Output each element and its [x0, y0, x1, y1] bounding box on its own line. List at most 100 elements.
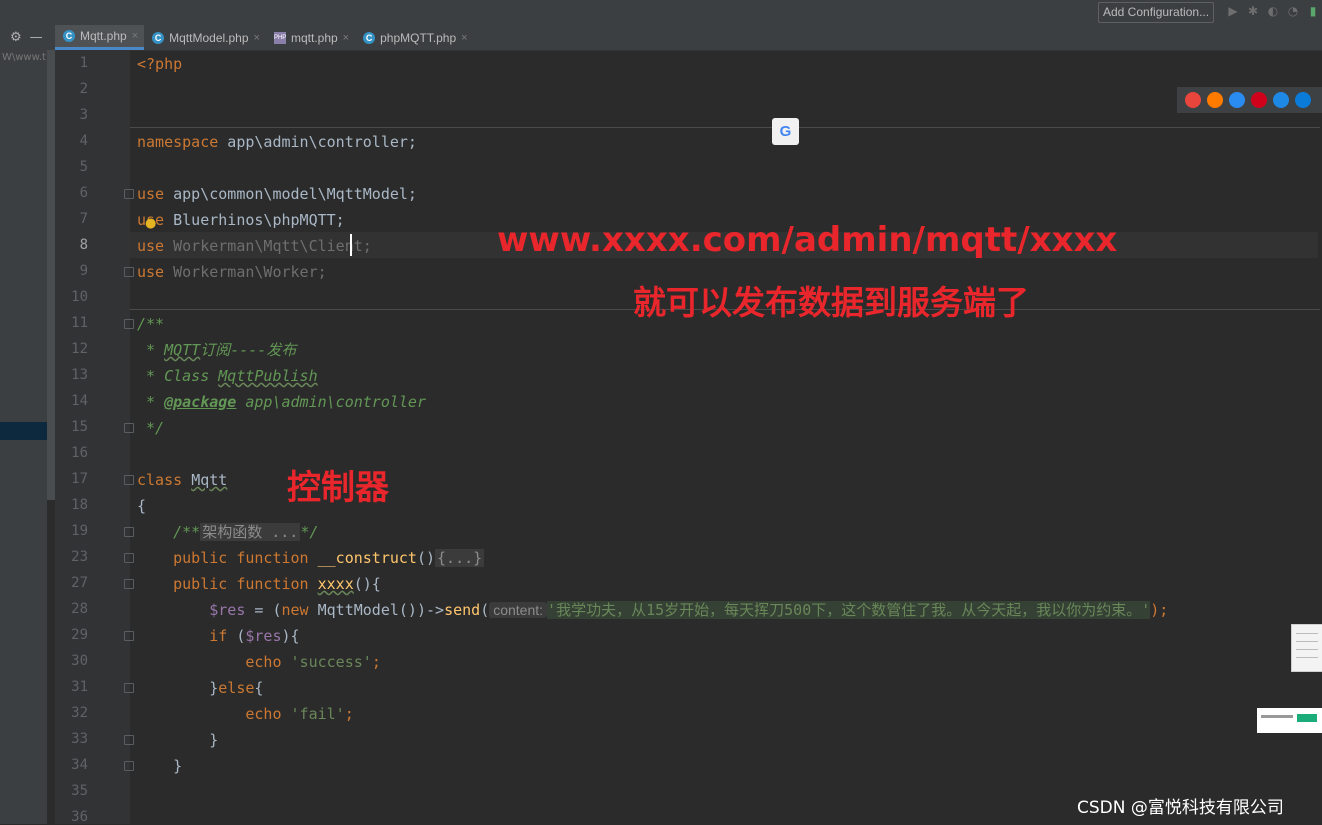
line-number: 36 [71, 809, 88, 825]
code-line-9: use Workerman\Worker; [137, 259, 327, 285]
code-line-14: * @package app\admin\controller [137, 389, 426, 415]
publish-annotation: 就可以发布数据到服务端了 [633, 283, 1029, 322]
doc-text: app\admin\controller [236, 393, 426, 411]
import-path: Bluerhinos\phpMQTT; [164, 211, 345, 229]
class-file-icon: C [63, 30, 75, 42]
line-number: 27 [71, 575, 88, 591]
code-line-18: { [137, 497, 147, 515]
paren: ){ [281, 627, 300, 645]
brace: { [254, 679, 264, 697]
code-line-6: use app\common\model\MqttModel; [137, 181, 417, 207]
code-editor[interactable]: <?php namespace app\admin\controller; us… [130, 50, 1322, 824]
line-number: 16 [71, 445, 88, 461]
class-file-icon: C [152, 31, 165, 44]
class-call: MqttModel())-> [308, 601, 445, 619]
tab-mqtt-php[interactable]: C Mqtt.php × [55, 25, 145, 50]
screenshot-thumbnail[interactable] [1291, 624, 1322, 672]
browser-preview-bar [1177, 87, 1322, 113]
semicolon: ; [344, 705, 354, 723]
tab-label: mqtt.php [290, 30, 338, 45]
paren: ); [1150, 601, 1169, 619]
keyword: use [137, 237, 165, 255]
string-literal: '我学功夫，从15岁开始，每天挥刀500下，这个数管住了我。从今天起，我以你为约… [547, 601, 1151, 619]
code-line-7: use Bluerhinos\phpMQTT; [137, 207, 345, 233]
line-number: 6 [79, 185, 88, 201]
keyword: use [137, 263, 165, 281]
line-number: 34 [71, 757, 88, 773]
code-line-34: } [137, 757, 183, 775]
line-number: 19 [71, 523, 88, 539]
paren: ( [480, 601, 490, 619]
tab-label: MqttModel.php [169, 30, 249, 45]
line-number: 18 [71, 497, 88, 513]
chrome-icon[interactable] [1185, 92, 1201, 108]
line-number: 31 [71, 679, 88, 695]
method-separator [130, 127, 1320, 128]
profile-icon[interactable]: ◔ [1286, 3, 1300, 19]
project-path[interactable]: W\www.t [2, 52, 47, 63]
keyword: echo [137, 653, 282, 671]
debug-icon[interactable]: ✱ [1246, 3, 1260, 19]
line-number-gutter: 1 2 3 4 5 6 7 8 9 10 11 12 13 14 15 16 1… [55, 50, 134, 825]
safari-icon[interactable] [1229, 92, 1245, 108]
code-line-30: echo 'success'; [137, 649, 380, 675]
code-line-27: public function xxxx(){ [137, 571, 381, 597]
translate-icon[interactable]: G [772, 118, 799, 145]
line-number: 4 [79, 133, 88, 149]
php-file-icon: PHP [273, 31, 286, 44]
project-tools: ⚙ — [0, 25, 55, 50]
lightbulb-icon[interactable]: ● [145, 216, 156, 231]
watermark: CSDN @富悦科技有限公司 [1077, 798, 1284, 818]
editor-tab-bar: ⚙ — C Mqtt.php × C MqttModel.php × PHP m… [0, 25, 1322, 51]
line-number: 13 [71, 367, 88, 383]
tab-mqttmodel-php[interactable]: C MqttModel.php × [144, 25, 266, 50]
tab-phpmqtt-php[interactable]: C phpMQTT.php × [355, 25, 473, 50]
variable: $res [137, 601, 246, 619]
edge-icon[interactable] [1295, 92, 1311, 108]
tabs: C Mqtt.php × C MqttModel.php × PHP mqtt.… [55, 25, 474, 50]
paren: () [416, 549, 436, 567]
close-icon[interactable]: × [132, 30, 138, 42]
minimize-icon[interactable]: — [30, 30, 43, 45]
firefox-icon[interactable] [1207, 92, 1223, 108]
code-line-17: class Mqtt [137, 467, 227, 493]
screenshot-thumbnail[interactable] [1257, 708, 1322, 733]
paren: ( [227, 627, 246, 645]
doc-text: MQTT [164, 341, 201, 359]
code-line-23: public function __construct() {...} [137, 545, 485, 571]
tab-label: phpMQTT.php [380, 30, 457, 45]
keyword: new [281, 601, 309, 619]
close-icon[interactable]: × [254, 32, 260, 44]
line-number: 7 [79, 211, 88, 227]
function-name: xxxx [317, 575, 354, 593]
code-line-28: $res = (new MqttModel())->send(content: '… [137, 597, 1168, 623]
line-number: 14 [71, 393, 88, 409]
line-number: 2 [79, 81, 88, 97]
line-number: 33 [71, 731, 88, 747]
build-icon[interactable]: ▮ [1306, 3, 1320, 19]
gear-icon[interactable]: ⚙ [10, 30, 22, 45]
folded-body[interactable]: {...} [435, 549, 485, 567]
project-scrollbar[interactable] [47, 50, 55, 500]
close-icon[interactable]: × [461, 32, 467, 44]
code-line-1: <?php [137, 55, 183, 73]
tab-mqtt-lower-php[interactable]: PHP mqtt.php × [266, 25, 355, 50]
folded-doc[interactable]: 架构函数 ... [200, 523, 301, 541]
string-literal: 'fail' [281, 705, 345, 723]
opera-icon[interactable] [1251, 92, 1267, 108]
ie-icon[interactable] [1273, 92, 1289, 108]
namespace-path: app\admin\controller; [218, 133, 417, 151]
add-configuration-button[interactable]: Add Configuration... [1098, 2, 1215, 23]
close-icon[interactable]: × [343, 32, 349, 44]
line-number: 30 [71, 653, 88, 669]
unused-import-path: Workerman\Worker; [164, 263, 327, 281]
run-icon[interactable]: ▶ [1226, 3, 1240, 19]
line-number: 12 [71, 341, 88, 357]
line-number: 35 [71, 783, 88, 799]
paren: (){ [353, 575, 381, 593]
line-number-current: 8 [79, 237, 88, 253]
line-number: 28 [71, 601, 88, 617]
line-number: 29 [71, 627, 88, 643]
keyword: public function [137, 575, 309, 593]
coverage-icon[interactable]: ◐ [1266, 3, 1280, 19]
